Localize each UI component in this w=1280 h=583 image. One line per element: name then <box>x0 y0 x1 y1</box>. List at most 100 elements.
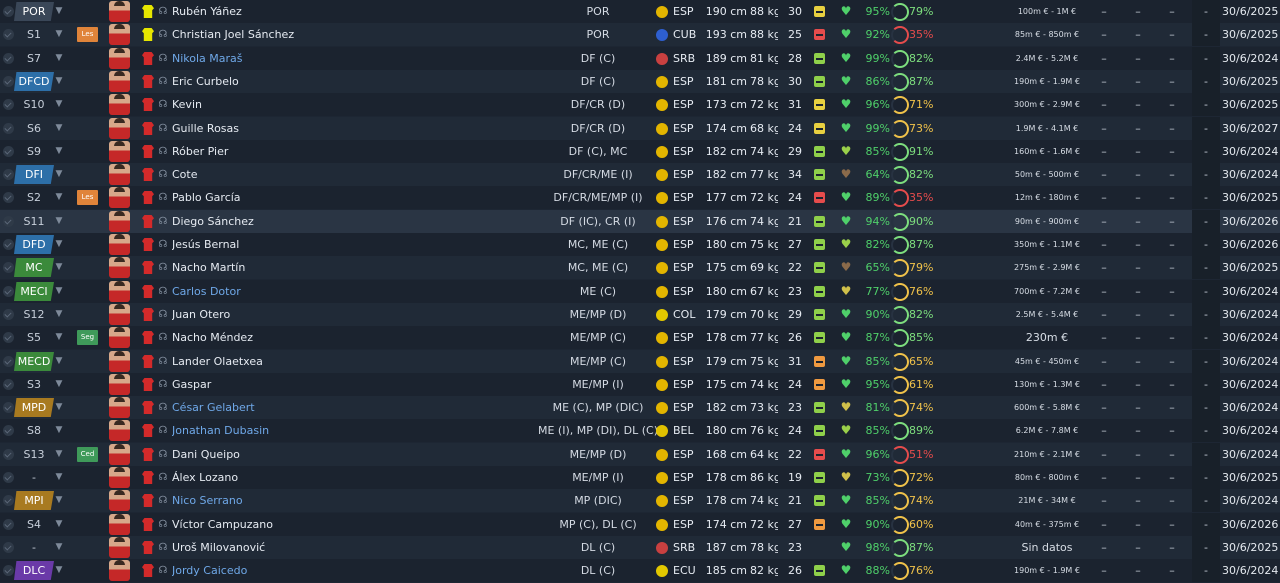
position-slot[interactable]: POR <box>14 2 54 21</box>
select-checkbox[interactable] <box>3 379 14 390</box>
position-slot[interactable]: S13 <box>14 445 54 464</box>
chevron-down-icon[interactable]: ▼ <box>53 70 65 93</box>
chevron-down-icon[interactable]: ▼ <box>53 280 65 303</box>
chevron-down-icon[interactable]: ▼ <box>53 559 65 582</box>
position-slot[interactable]: S10 <box>14 95 54 114</box>
player-name[interactable]: Jonathan Dubasin <box>172 419 372 442</box>
position-slot[interactable]: S9 <box>14 142 54 161</box>
player-name[interactable]: Cote <box>172 163 372 186</box>
position-slot[interactable]: S2 <box>14 188 54 207</box>
position-slot[interactable]: S1 <box>14 25 54 44</box>
table-row[interactable]: DFD ▼ ☊ Jesús Bernal MC, ME (C) ESP 180 cm 75 k… <box>0 233 1280 256</box>
chevron-down-icon[interactable]: ▼ <box>53 396 65 419</box>
table-row[interactable]: S11 ▼ ☊ Diego Sánchez DF (IC), CR (I) ESP 176 … <box>0 210 1280 233</box>
player-name[interactable]: Nikola Maraš <box>172 47 372 70</box>
table-row[interactable]: - ▼ ☊ Álex Lozano ME/MP (I) ESP 178 cm 86 kg 19 ♥… <box>0 466 1280 489</box>
chevron-down-icon[interactable]: ▼ <box>53 256 65 279</box>
select-checkbox[interactable] <box>3 542 14 553</box>
table-row[interactable]: MPI ▼ ☊ Nico Serrano MP (DIC) ESP 178 cm 74 kg 2… <box>0 489 1280 512</box>
select-checkbox[interactable] <box>3 169 14 180</box>
select-checkbox[interactable] <box>3 449 14 460</box>
table-row[interactable]: POR ▼ ☊ Rubén Yáñez POR ESP 190 cm 88 kg 30 ♥ 95% 7… <box>0 0 1280 23</box>
table-row[interactable]: S3 ▼ ☊ Gaspar ME/MP (I) ESP 175 cm 74 kg 24 ♥ 95% 6… <box>0 373 1280 396</box>
position-slot[interactable]: S4 <box>14 515 54 534</box>
select-checkbox[interactable] <box>3 216 14 227</box>
player-name[interactable]: Gaspar <box>172 373 372 396</box>
select-checkbox[interactable] <box>3 262 14 273</box>
chevron-down-icon[interactable]: ▼ <box>53 443 65 466</box>
select-checkbox[interactable] <box>3 425 14 436</box>
select-checkbox[interactable] <box>3 332 14 343</box>
select-checkbox[interactable] <box>3 76 14 87</box>
player-name[interactable]: Kevin <box>172 93 372 116</box>
table-row[interactable]: MECI ▼ ☊ Carlos Dotor ME (C) ESP 180 cm 67 kg 23… <box>0 280 1280 303</box>
player-name[interactable]: Pablo García <box>172 186 372 209</box>
player-name[interactable]: Rubén Yáñez <box>172 0 372 23</box>
chevron-down-icon[interactable]: ▼ <box>53 350 65 373</box>
chevron-down-icon[interactable]: ▼ <box>53 93 65 116</box>
select-checkbox[interactable] <box>3 99 14 110</box>
table-row[interactable]: S12 ▼ ☊ Juan Otero ME/MP (D) COL 179 cm 70 kg 29… <box>0 303 1280 326</box>
chevron-down-icon[interactable]: ▼ <box>53 210 65 233</box>
chevron-down-icon[interactable]: ▼ <box>53 117 65 140</box>
position-slot[interactable]: MECD <box>14 352 54 371</box>
select-checkbox[interactable] <box>3 519 14 530</box>
chevron-down-icon[interactable]: ▼ <box>53 47 65 70</box>
chevron-down-icon[interactable]: ▼ <box>53 163 65 186</box>
position-slot[interactable]: S12 <box>14 305 54 324</box>
position-slot[interactable]: MECI <box>14 282 54 301</box>
select-checkbox[interactable] <box>3 356 14 367</box>
player-name[interactable]: Víctor Campuzano <box>172 513 372 536</box>
chevron-down-icon[interactable]: ▼ <box>53 186 65 209</box>
select-checkbox[interactable] <box>3 192 14 203</box>
position-slot[interactable]: S11 <box>14 212 54 231</box>
position-slot[interactable]: S8 <box>14 421 54 440</box>
player-name[interactable]: Álex Lozano <box>172 466 372 489</box>
chevron-down-icon[interactable]: ▼ <box>53 233 65 256</box>
select-checkbox[interactable] <box>3 239 14 250</box>
table-row[interactable]: DLC ▼ ☊ Jordy Caicedo DL (C) ECU 185 cm 82 kg 26… <box>0 559 1280 582</box>
table-row[interactable]: S7 ▼ ☊ Nikola Maraš DF (C) SRB 189 cm 81 kg 28 ♥ 9… <box>0 47 1280 70</box>
select-checkbox[interactable] <box>3 309 14 320</box>
chevron-down-icon[interactable]: ▼ <box>53 23 65 46</box>
chevron-down-icon[interactable]: ▼ <box>53 303 65 326</box>
position-slot[interactable]: DFD <box>14 235 54 254</box>
table-row[interactable]: S1 ▼ Les ☊ Christian Joel Sánchez POR CUB 193 c… <box>0 23 1280 46</box>
chevron-down-icon[interactable]: ▼ <box>53 140 65 163</box>
position-slot[interactable]: DFI <box>14 165 54 184</box>
player-name[interactable]: Nico Serrano <box>172 489 372 512</box>
table-row[interactable]: S5 ▼ Seg ☊ Nacho Méndez ME/MP (C) ESP 178 cm 77 … <box>0 326 1280 349</box>
chevron-down-icon[interactable]: ▼ <box>53 466 65 489</box>
player-name[interactable]: César Gelabert <box>172 396 372 419</box>
table-row[interactable]: MC ▼ ☊ Nacho Martín MC, ME (C) ESP 175 cm 69 kg… <box>0 256 1280 279</box>
player-name[interactable]: Róber Pier <box>172 140 372 163</box>
chevron-down-icon[interactable]: ▼ <box>53 419 65 442</box>
position-slot[interactable]: MPI <box>14 491 54 510</box>
table-row[interactable]: S9 ▼ ☊ Róber Pier DF (C), MC ESP 182 cm 74 kg 29… <box>0 140 1280 163</box>
player-name[interactable]: Nacho Méndez <box>172 326 372 349</box>
position-slot[interactable]: DLC <box>14 561 54 580</box>
chevron-down-icon[interactable]: ▼ <box>53 326 65 349</box>
select-checkbox[interactable] <box>3 53 14 64</box>
select-checkbox[interactable] <box>3 29 14 40</box>
position-slot[interactable]: DFCD <box>14 72 54 91</box>
table-row[interactable]: DFI ▼ ☊ Cote DF/CR/ME (I) ESP 182 cm 77 kg 34 ♥ 64… <box>0 163 1280 186</box>
player-name[interactable]: Uroš Milovanović <box>172 536 372 559</box>
position-slot[interactable]: MC <box>14 258 54 277</box>
position-slot[interactable]: S3 <box>14 375 54 394</box>
table-row[interactable]: S4 ▼ ☊ Víctor Campuzano MP (C), DL (C) ESP 174… <box>0 513 1280 536</box>
player-name[interactable]: Christian Joel Sánchez <box>172 23 372 46</box>
position-slot[interactable]: - <box>14 538 54 557</box>
table-row[interactable]: S8 ▼ ☊ Jonathan Dubasin ME (I), MP (DI), DL … <box>0 419 1280 442</box>
table-row[interactable]: DFCD ▼ ☊ Eric Curbelo DF (C) ESP 181 cm 78 kg 30… <box>0 70 1280 93</box>
table-row[interactable]: MPD ▼ ☊ César Gelabert ME (C), MP (DIC) ESP 18… <box>0 396 1280 419</box>
chevron-down-icon[interactable]: ▼ <box>53 536 65 559</box>
table-row[interactable]: S13 ▼ Ced ☊ Dani Queipo ME/MP (D) ESP 168 cm 64 … <box>0 443 1280 466</box>
select-checkbox[interactable] <box>3 123 14 134</box>
chevron-down-icon[interactable]: ▼ <box>53 0 65 23</box>
player-name[interactable]: Diego Sánchez <box>172 210 372 233</box>
position-slot[interactable]: MPD <box>14 398 54 417</box>
chevron-down-icon[interactable]: ▼ <box>53 373 65 396</box>
select-checkbox[interactable] <box>3 402 14 413</box>
player-name[interactable]: Dani Queipo <box>172 443 372 466</box>
